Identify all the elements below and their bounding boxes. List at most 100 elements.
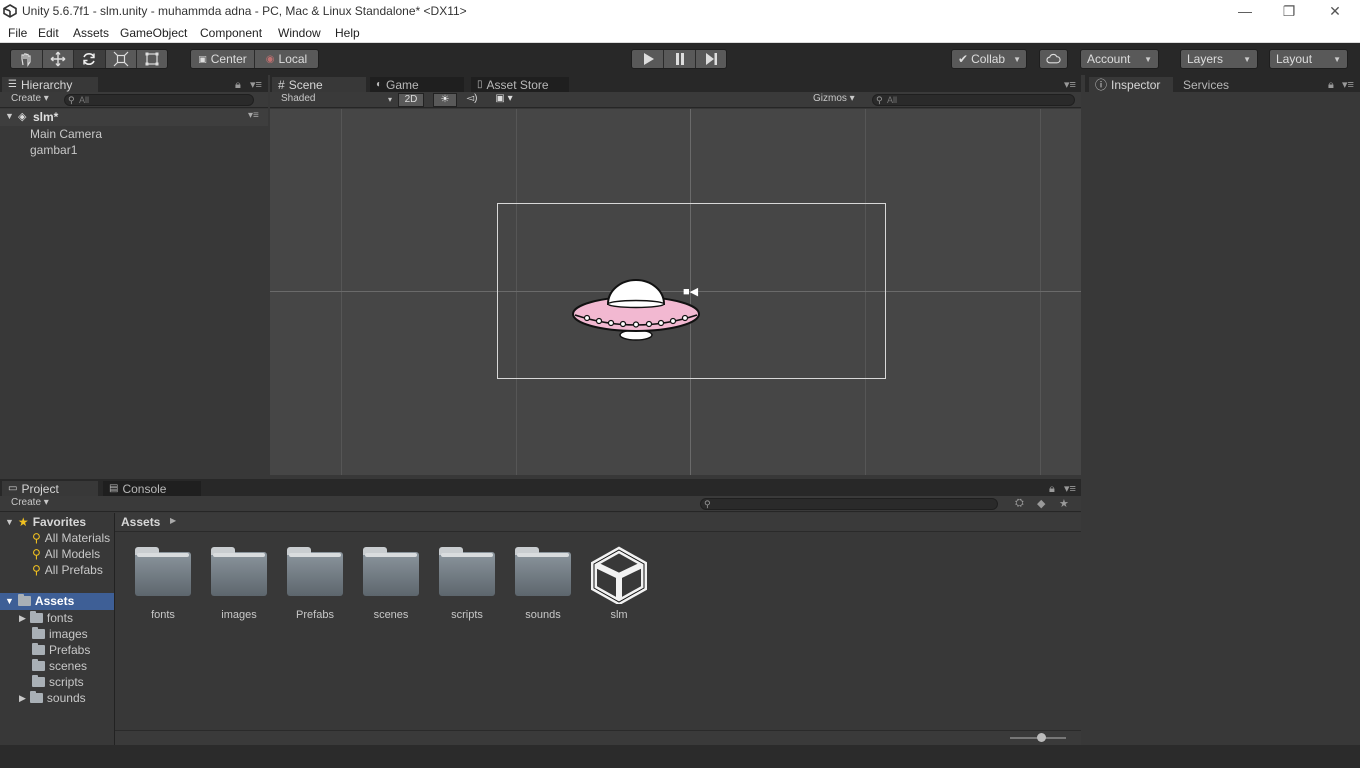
tab-inspector[interactable]: ⓘ Inspector <box>1089 77 1173 92</box>
shopping-bag-icon: ▯ <box>477 79 483 90</box>
tab-project[interactable]: ▭ Project <box>2 481 98 496</box>
game-controller-icon: ◐ <box>376 79 383 90</box>
console-icon: ▤ <box>109 483 119 494</box>
favorite-all-materials[interactable]: ⚲ All Materials <box>32 531 110 545</box>
search-icon: ⚲ <box>32 531 41 545</box>
rect-tool-icon <box>145 52 159 66</box>
gizmos-label: Gizmos <box>813 93 847 104</box>
panel-menu-icon[interactable]: ▾≡ <box>1064 482 1076 495</box>
menu-edit[interactable]: Edit <box>38 26 59 40</box>
folder-icon <box>135 547 191 596</box>
scale-tool-button[interactable] <box>106 50 138 68</box>
favorite-all-models[interactable]: ⚲ All Models <box>32 547 100 561</box>
favorites-header[interactable]: ▼ ★ Favorites <box>5 515 86 529</box>
assets-root-row[interactable]: ▼ Assets <box>0 593 114 610</box>
panel-menu-icon[interactable]: ▾≡ <box>1342 78 1354 91</box>
lock-icon[interactable]: 🔒︎ <box>235 79 241 92</box>
tab-console[interactable]: ▤ Console <box>103 481 201 496</box>
lock-icon[interactable]: 🔒︎ <box>1328 79 1334 92</box>
breadcrumb-assets[interactable]: Assets <box>121 515 160 529</box>
tree-item-sounds[interactable]: ▶ sounds <box>19 691 86 705</box>
hierarchy-panel: ▼ ◈ slm* ▾≡ Main Camera gambar1 <box>0 109 268 475</box>
pivot-space-toggle[interactable]: ◉ Local <box>255 50 318 68</box>
hierarchy-item-main-camera[interactable]: Main Camera <box>30 127 102 141</box>
layers-dropdown[interactable]: Layers ▼ <box>1180 49 1258 69</box>
rect-tool-button[interactable] <box>137 50 167 68</box>
expand-arrow-icon[interactable]: ▼ <box>5 111 14 121</box>
account-dropdown[interactable]: Account ▼ <box>1080 49 1159 69</box>
move-tool-button[interactable] <box>43 50 75 68</box>
asset-folder-fonts[interactable]: fonts <box>133 547 193 628</box>
filter-by-type-icon[interactable]: ⛭ <box>1015 497 1024 510</box>
scene-audio-toggle[interactable]: ◅) <box>460 93 484 107</box>
tab-asset-store[interactable]: ▯ Asset Store <box>471 77 569 92</box>
scene-effects-dropdown[interactable]: ▣ ▾ <box>489 93 519 107</box>
camera-gizmo-icon[interactable]: ■◀ <box>683 285 698 298</box>
tree-item-prefabs[interactable]: Prefabs <box>32 643 90 657</box>
menu-component[interactable]: Component <box>200 26 262 40</box>
menu-gameobject[interactable]: GameObject <box>120 26 187 40</box>
cloud-button[interactable] <box>1039 49 1068 69</box>
collab-dropdown[interactable]: ✔ Collab ▼ <box>951 49 1027 69</box>
2d-mode-toggle[interactable]: 2D <box>398 93 424 107</box>
folder-icon <box>32 627 45 639</box>
project-toolbar: Create ▾ ⚲ ⛭ ◆ ★ <box>0 496 1081 512</box>
icon-size-slider-thumb[interactable] <box>1037 733 1046 742</box>
restore-button[interactable]: ❐ <box>1266 0 1312 24</box>
folder-icon <box>32 675 45 687</box>
tab-hierarchy[interactable]: ☰ Hierarchy <box>2 77 98 92</box>
layout-dropdown[interactable]: Layout ▼ <box>1269 49 1348 69</box>
asset-scene-slm[interactable]: slm <box>589 546 649 628</box>
tab-game-label: Game <box>386 77 419 92</box>
scene-menu-icon[interactable]: ▾≡ <box>248 110 259 121</box>
favorite-all-prefabs[interactable]: ⚲ All Prefabs <box>32 563 103 577</box>
rotate-tool-button[interactable] <box>74 50 106 68</box>
asset-folder-images[interactable]: images <box>209 547 269 628</box>
tree-item-fonts[interactable]: ▶ fonts <box>19 611 73 625</box>
asset-folder-scenes[interactable]: scenes <box>361 547 421 628</box>
hand-tool-button[interactable] <box>11 50 43 68</box>
minimize-button[interactable]: — <box>1222 0 1268 24</box>
menu-window[interactable]: Window <box>278 26 321 40</box>
filter-by-label-icon[interactable]: ◆ <box>1037 497 1045 510</box>
asset-folder-scripts[interactable]: scripts <box>437 547 497 628</box>
project-search-input[interactable]: ⚲ <box>700 498 998 510</box>
folder-icon <box>363 547 419 596</box>
project-create-dropdown[interactable]: Create ▾ <box>11 497 49 508</box>
pivot-center-toggle[interactable]: ▣ Center <box>191 50 255 68</box>
close-button[interactable]: ✕ <box>1312 0 1358 24</box>
folder-icon <box>515 547 571 596</box>
asset-folder-prefabs[interactable]: Prefabs <box>285 547 345 628</box>
collapsed-arrow-icon: ▶ <box>19 692 26 703</box>
favorite-label: All Prefabs <box>44 563 103 577</box>
lock-icon[interactable]: 🔒︎ <box>1049 483 1055 496</box>
panel-menu-icon[interactable]: ▾≡ <box>250 78 262 91</box>
scene-search-input[interactable]: ⚲ All <box>872 94 1075 106</box>
hierarchy-search-input[interactable]: ⚲ All <box>64 94 254 106</box>
favorite-star-icon[interactable]: ★ <box>1059 497 1069 510</box>
tree-item-images[interactable]: images <box>32 627 88 641</box>
unity-logo-icon <box>3 4 17 18</box>
shading-mode-dropdown[interactable]: Shaded <box>281 93 315 104</box>
menu-file[interactable]: File <box>8 26 27 40</box>
step-button[interactable] <box>696 50 726 68</box>
asset-folder-sounds[interactable]: sounds <box>513 547 573 628</box>
tab-scene[interactable]: # Scene <box>272 77 366 92</box>
gizmos-dropdown[interactable]: Gizmos ▾ <box>813 93 855 104</box>
tree-item-scenes[interactable]: scenes <box>32 659 87 673</box>
scene-viewport[interactable]: ■◀ <box>270 109 1081 475</box>
tab-game[interactable]: ◐ Game <box>370 77 464 92</box>
panel-menu-icon[interactable]: ▾≡ <box>1064 78 1076 91</box>
tree-item-scripts[interactable]: scripts <box>32 675 84 689</box>
tab-services[interactable]: Services <box>1177 77 1261 92</box>
scene-lighting-toggle[interactable]: ☀ <box>433 93 457 107</box>
menu-assets[interactable]: Assets <box>73 26 109 40</box>
main-toolbar: ▣ Center ◉ Local ✔ Collab ▼ Account ▼ La… <box>0 43 1360 75</box>
play-button[interactable] <box>632 50 664 68</box>
hierarchy-create-dropdown[interactable]: Create ▾ <box>11 93 49 104</box>
pause-button[interactable] <box>664 50 696 68</box>
scene-root-row[interactable]: ▼ ◈ slm* ▾≡ <box>0 109 268 126</box>
menu-help[interactable]: Help <box>335 26 360 40</box>
transform-tools <box>10 49 168 69</box>
hierarchy-item-gambar1[interactable]: gambar1 <box>30 143 77 157</box>
